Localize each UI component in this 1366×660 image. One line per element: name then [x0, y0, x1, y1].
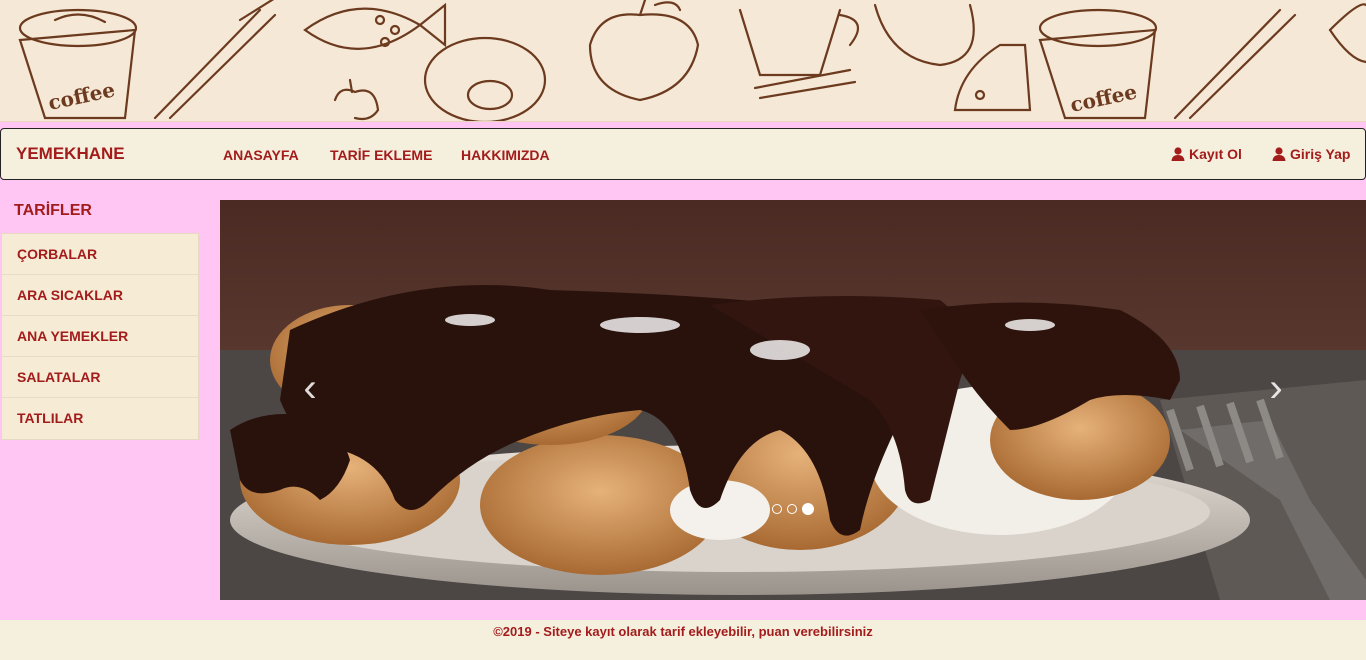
- carousel-indicator-1[interactable]: [772, 504, 782, 514]
- food-doodle-pattern: coffee coffee: [18, 0, 1366, 121]
- coffee-cup-label: coffee: [1068, 79, 1139, 116]
- user-icon: [1171, 147, 1185, 161]
- user-icon: [1272, 147, 1286, 161]
- carousel-indicator-3[interactable]: [802, 503, 814, 515]
- footer-text: ©2019 - Siteye kayıt olarak tarif ekleye…: [493, 624, 873, 639]
- nav-add-recipe-link[interactable]: TARİF EKLEME: [330, 147, 432, 163]
- login-link[interactable]: Giriş Yap: [1272, 146, 1350, 162]
- carousel-prev-button[interactable]: ‹: [290, 366, 330, 411]
- image-carousel: ‹ ›: [220, 200, 1366, 600]
- carousel-indicator-2[interactable]: [787, 504, 797, 514]
- carousel-next-button[interactable]: ›: [1256, 366, 1296, 411]
- nav-home-link[interactable]: ANASAYFA: [223, 147, 299, 163]
- login-label: Giriş Yap: [1290, 146, 1351, 162]
- page-footer: ©2019 - Siteye kayıt olarak tarif ekleye…: [0, 620, 1366, 660]
- chevron-right-icon: ›: [1269, 366, 1283, 410]
- brand-link[interactable]: YEMEKHANE: [16, 144, 125, 164]
- carousel-indicators: [772, 503, 814, 515]
- category-item-salads[interactable]: SALATALAR: [2, 357, 198, 398]
- chevron-left-icon: ‹: [303, 366, 317, 410]
- category-item-soups[interactable]: ÇORBALAR: [2, 234, 198, 275]
- category-item-desserts[interactable]: TATLILAR: [2, 398, 198, 439]
- main-navbar: YEMEKHANE ANASAYFA TARİF EKLEME HAKKIMIZ…: [0, 128, 1366, 180]
- register-link[interactable]: Kayıt Ol: [1171, 146, 1242, 162]
- coffee-cup-label: coffee: [46, 77, 117, 114]
- register-label: Kayıt Ol: [1189, 146, 1242, 162]
- category-item-appetizers[interactable]: ARA SICAKLAR: [2, 275, 198, 316]
- header-banner: coffee coffee: [0, 0, 1366, 122]
- profiterole-dessert-image: [220, 200, 1366, 600]
- category-item-main-dishes[interactable]: ANA YEMEKLER: [2, 316, 198, 357]
- sidebar-title: TARİFLER: [14, 202, 92, 219]
- nav-about-link[interactable]: HAKKIMIZDA: [461, 147, 550, 163]
- category-list: ÇORBALAR ARA SICAKLAR ANA YEMEKLER SALAT…: [1, 233, 199, 440]
